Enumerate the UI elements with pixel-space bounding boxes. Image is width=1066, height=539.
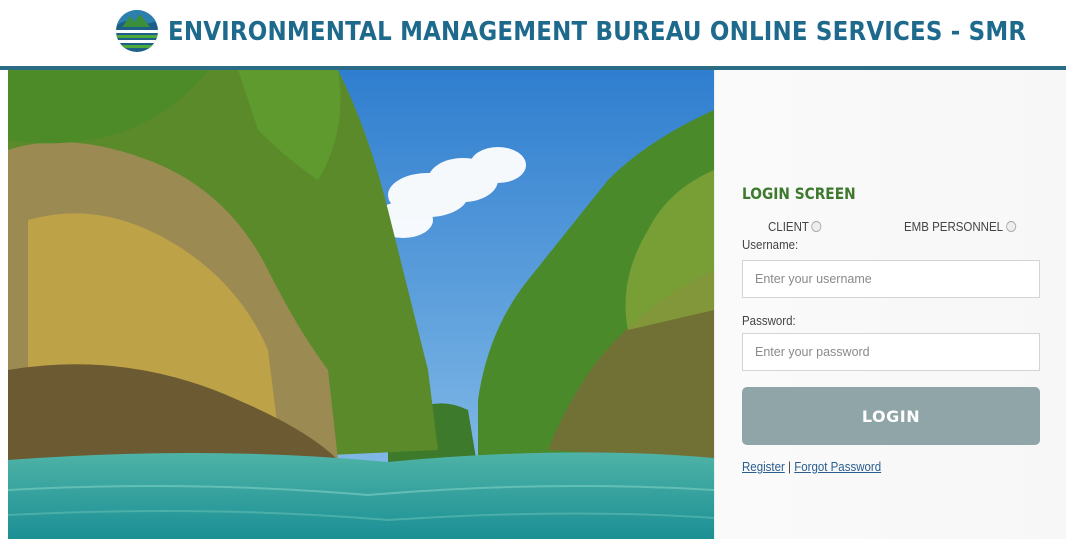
radio-emb-dot[interactable]: [1005, 221, 1016, 232]
username-input[interactable]: [742, 260, 1040, 298]
hero-landscape-image: [8, 70, 714, 539]
emb-globe-logo-icon: [116, 10, 158, 52]
username-label: Username:: [742, 238, 799, 252]
radio-client-label: CLIENT: [768, 220, 809, 234]
radio-client[interactable]: CLIENT: [768, 220, 822, 234]
header: ENVIRONMENTAL MANAGEMENT BUREAU ONLINE S…: [0, 0, 1066, 66]
radio-emb-personnel[interactable]: EMB PERSONNEL: [904, 220, 1016, 234]
radio-client-dot[interactable]: [811, 221, 822, 232]
login-button[interactable]: LOGIN: [742, 387, 1040, 445]
register-link[interactable]: Register: [742, 460, 785, 474]
password-input[interactable]: [742, 333, 1040, 371]
page-title: ENVIRONMENTAL MANAGEMENT BUREAU ONLINE S…: [168, 17, 1027, 47]
link-separator: |: [784, 460, 795, 474]
login-heading: LOGIN SCREEN: [742, 184, 856, 203]
password-label: Password:: [742, 314, 796, 328]
auth-links: Register | Forgot Password: [742, 460, 881, 474]
radio-emb-label: EMB PERSONNEL: [904, 220, 1004, 234]
forgot-password-link[interactable]: Forgot Password: [794, 460, 881, 474]
